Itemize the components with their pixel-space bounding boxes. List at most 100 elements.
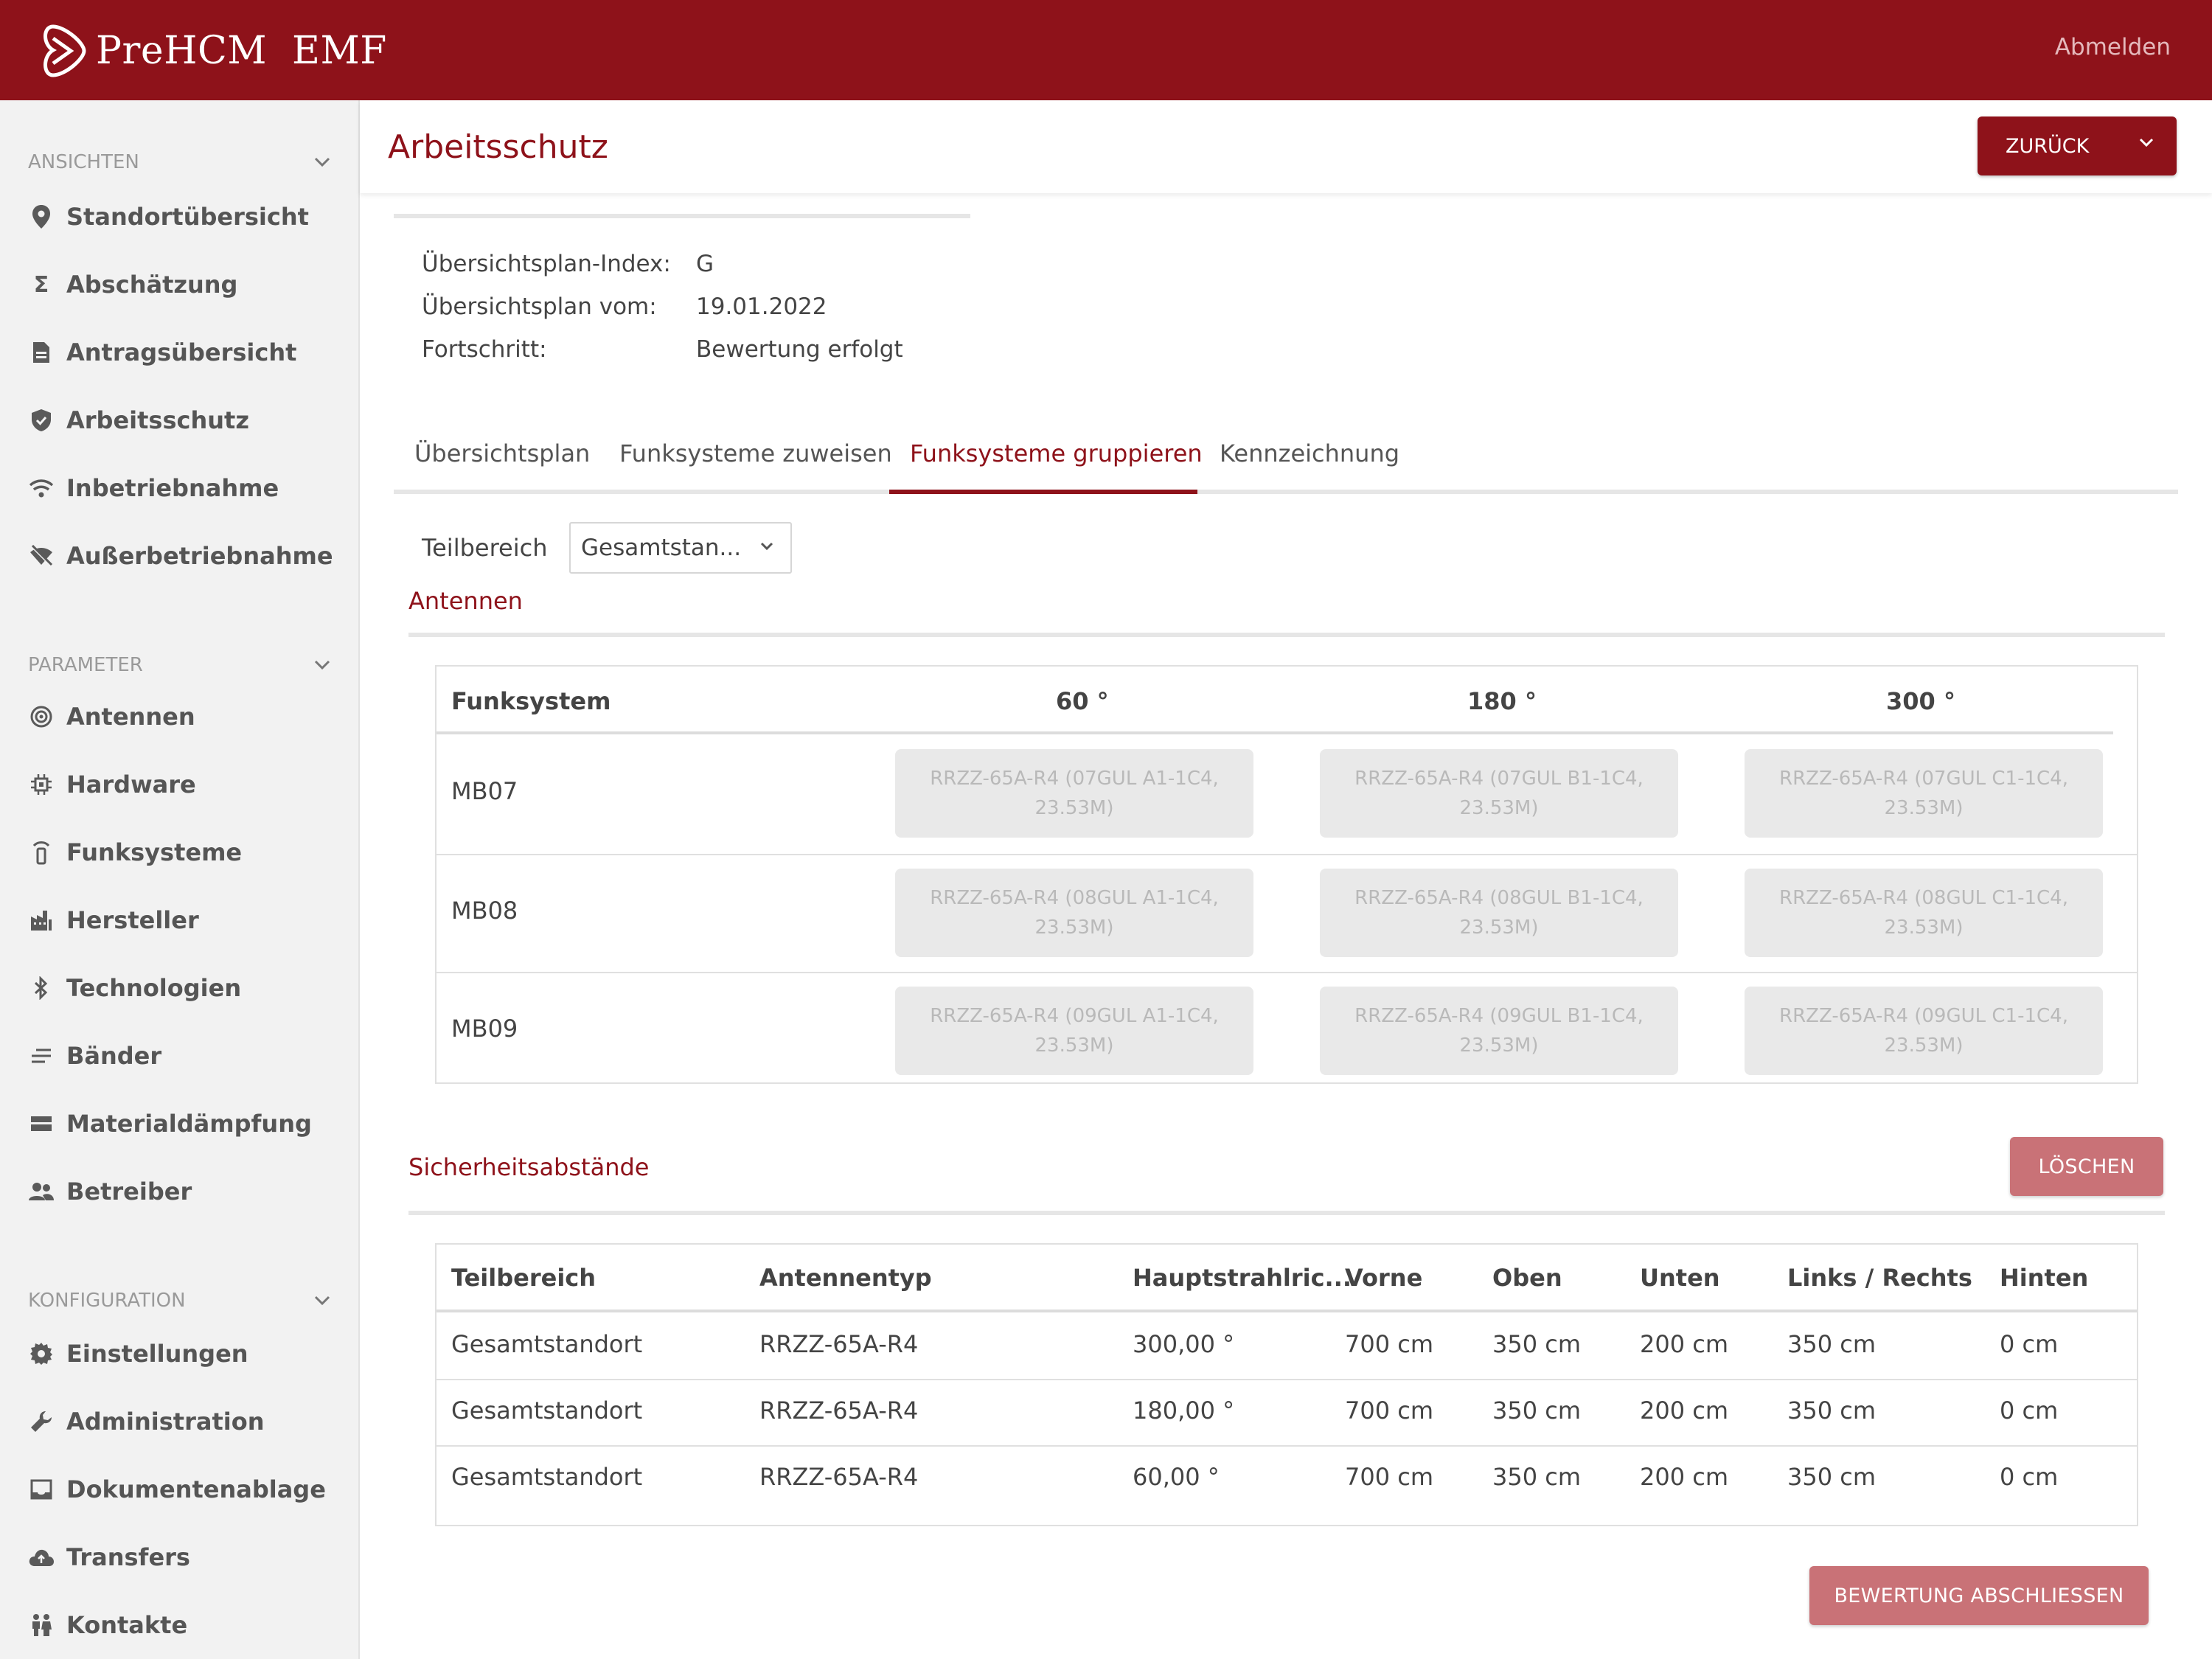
antenna-chip[interactable]: RRZZ-65A-R4 (09GUL C1-1C4, 23.53M) [1745, 987, 2103, 1075]
sidebar-item-antragsuebersicht[interactable]: Antragsübersicht [28, 332, 338, 373]
bluetooth-icon [28, 975, 55, 1001]
table-cell: RRZZ-65A-R4 [759, 1330, 919, 1358]
header-divider [437, 731, 2113, 734]
tab-funksysteme-gruppieren[interactable]: Funksysteme gruppieren [910, 439, 1203, 467]
column-header: Vorne [1345, 1264, 1423, 1292]
sidebar-item-administration[interactable]: Administration [28, 1401, 338, 1442]
sidebar-item-materialdaempfung[interactable]: Materialdämpfung [28, 1103, 338, 1144]
sidebar-item-label: Antennen [66, 703, 195, 731]
cloud-upload-icon [28, 1544, 55, 1571]
sidebar-item-funksysteme[interactable]: Funksysteme [28, 832, 338, 873]
antenna-chip[interactable]: RRZZ-65A-R4 (09GUL B1-1C4, 23.53M) [1320, 987, 1678, 1075]
sidebar-item-baender[interactable]: Bänder [28, 1035, 338, 1077]
sidebar-item-antennen[interactable]: Antennen [28, 696, 338, 737]
table-cell: 200 cm [1640, 1397, 1729, 1425]
antenna-chip-label: RRZZ-65A-R4 (07GUL A1-1C4, 23.53M) [930, 768, 1219, 819]
sidebar-item-dokumentenablage[interactable]: Dokumentenablage [28, 1469, 338, 1510]
table-cell: RRZZ-65A-R4 [759, 1397, 919, 1425]
wifi-icon [28, 475, 55, 501]
sidebar-item-transfers[interactable]: Transfers [28, 1537, 338, 1578]
main-content: Übersichtsplan-Index: G Übersichtsplan v… [360, 193, 2212, 1659]
top-bar: PreHCM EMF Abmelden [0, 0, 2212, 100]
antenna-chip[interactable]: RRZZ-65A-R4 (09GUL A1-1C4, 23.53M) [895, 987, 1253, 1075]
sidebar-item-hardware[interactable]: Hardware [28, 764, 338, 805]
funksystem-name: MB07 [451, 777, 518, 805]
teilbereich-select[interactable]: Gesamtstan... [569, 522, 792, 574]
sidebar-item-label: Materialdämpfung [66, 1110, 312, 1138]
sidebar-item-label: Abschätzung [66, 271, 238, 299]
row-divider [437, 972, 2137, 973]
back-button[interactable]: ZURÜCK [1978, 116, 2177, 175]
sidebar-item-label: Technologien [66, 974, 242, 1002]
sidebar-item-hersteller[interactable]: Hersteller [28, 900, 338, 941]
antenna-chip-label: RRZZ-65A-R4 (08GUL C1-1C4, 23.53M) [1779, 887, 2068, 939]
shield-icon [28, 407, 55, 434]
column-header: Unten [1640, 1264, 1720, 1292]
table-cell: 350 cm [1492, 1397, 1582, 1425]
sidebar-item-label: Antragsübersicht [66, 338, 297, 366]
antenna-chip-label: RRZZ-65A-R4 (08GUL A1-1C4, 23.53M) [930, 887, 1219, 939]
tab-funksysteme-zuweisen[interactable]: Funksysteme zuweisen [619, 439, 892, 467]
brand-logo[interactable]: PreHCM EMF [38, 18, 387, 84]
funksystem-name: MB09 [451, 1015, 518, 1043]
chevron-down-icon [314, 1295, 330, 1306]
delete-button[interactable]: LÖSCHEN [2010, 1137, 2163, 1196]
contacts-icon [28, 1612, 55, 1638]
chevron-down-icon[interactable] [2138, 137, 2154, 147]
column-header: Links / Rechts [1787, 1264, 1972, 1292]
divider [394, 214, 970, 218]
sidebar-item-einstellungen[interactable]: Einstellungen [28, 1333, 338, 1374]
sidebar-section-ansichten[interactable]: ANSICHTEN [28, 146, 330, 178]
antennen-section-title: Antennen [408, 587, 523, 615]
antenna-chip[interactable]: RRZZ-65A-R4 (08GUL C1-1C4, 23.53M) [1745, 869, 2103, 957]
sidebar-section-parameter[interactable]: PARAMETER [28, 649, 330, 681]
tab-uebersichtsplan[interactable]: Übersichtsplan [414, 439, 590, 467]
column-header: 300 ° [1886, 687, 1955, 715]
table-cell: 350 cm [1492, 1330, 1582, 1358]
table-cell: 350 cm [1787, 1397, 1877, 1425]
antenna-chip-label: RRZZ-65A-R4 (09GUL B1-1C4, 23.53M) [1354, 1005, 1644, 1057]
antenna-chip[interactable]: RRZZ-65A-R4 (07GUL B1-1C4, 23.53M) [1320, 749, 1678, 838]
antenna-chip[interactable]: RRZZ-65A-R4 (07GUL A1-1C4, 23.53M) [895, 749, 1253, 838]
divider [408, 1211, 2165, 1215]
column-header: Antennentyp [759, 1264, 932, 1292]
sidebar-item-technologien[interactable]: Technologien [28, 967, 338, 1009]
sidebar-item-standortuebersicht[interactable]: Standortübersicht [28, 196, 338, 237]
people-icon [28, 1178, 55, 1205]
chevron-down-icon [314, 660, 330, 670]
sidebar-item-betreiber[interactable]: Betreiber [28, 1171, 338, 1212]
sidebar-item-ausserbetriebnahme[interactable]: Außerbetriebnahme [28, 535, 338, 577]
sidebar-item-abschaetzung[interactable]: Σ Abschätzung [28, 264, 338, 305]
info-label: Fortschritt: [422, 336, 547, 363]
table-cell: 0 cm [2000, 1330, 2059, 1358]
antenna-chip[interactable]: RRZZ-65A-R4 (08GUL B1-1C4, 23.53M) [1320, 869, 1678, 957]
column-header: Funksystem [451, 687, 611, 715]
sidebar-item-label: Außerbetriebnahme [66, 542, 333, 570]
back-button-label: ZURÜCK [2006, 134, 2090, 158]
teilbereich-select-value: Gesamtstan... [581, 535, 742, 561]
table-cell: 350 cm [1492, 1463, 1582, 1491]
antenna-chip[interactable]: RRZZ-65A-R4 (07GUL C1-1C4, 23.53M) [1745, 749, 2103, 838]
column-header: 60 ° [1056, 687, 1109, 715]
tabs-divider [394, 490, 2178, 494]
sidebar-item-kontakte[interactable]: Kontakte [28, 1604, 338, 1646]
sidebar-item-label: Funksysteme [66, 838, 243, 866]
divider [408, 633, 2165, 637]
antenna-chip[interactable]: RRZZ-65A-R4 (08GUL A1-1C4, 23.53M) [895, 869, 1253, 957]
lines-icon [28, 1043, 55, 1069]
table-cell: 700 cm [1345, 1463, 1434, 1491]
column-header: Hauptstrahlric... [1133, 1264, 1352, 1292]
document-icon [28, 339, 55, 366]
row-divider [437, 1379, 2137, 1380]
logout-link[interactable]: Abmelden [2055, 34, 2171, 60]
sidebar-item-arbeitsschutz[interactable]: Arbeitsschutz [28, 400, 338, 441]
radio-tower-icon [28, 839, 55, 866]
sidebar-item-inbetriebnahme[interactable]: Inbetriebnahme [28, 467, 338, 509]
sidebar-section-konfiguration[interactable]: KONFIGURATION [28, 1284, 330, 1317]
sidebar-item-label: Dokumentenablage [66, 1475, 326, 1503]
funksystem-name: MB08 [451, 897, 518, 925]
tab-kennzeichnung[interactable]: Kennzeichnung [1220, 439, 1399, 467]
sidebar-section-title: PARAMETER [28, 654, 143, 676]
complete-evaluation-button[interactable]: BEWERTUNG ABSCHLIESSEN [1809, 1566, 2149, 1625]
sidebar-item-label: Standortübersicht [66, 203, 309, 231]
